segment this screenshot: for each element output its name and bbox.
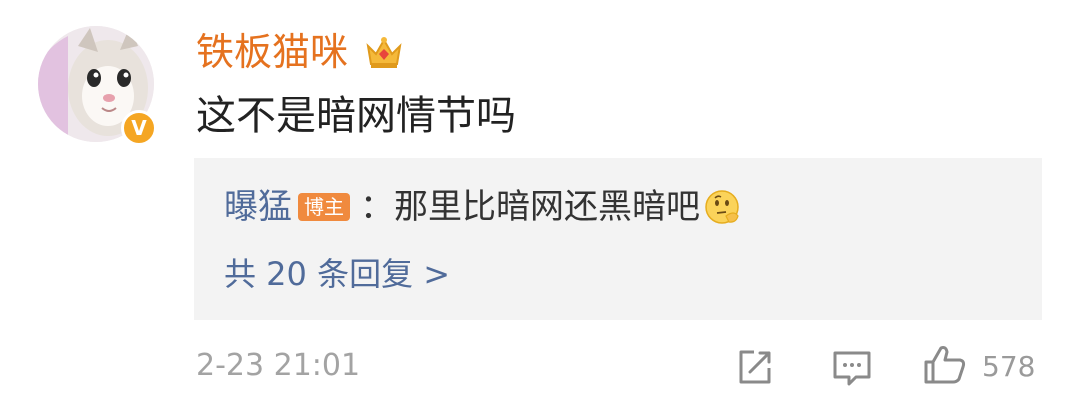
comment-username[interactable]: 铁板猫咪 [196, 30, 348, 74]
like-count: 578 [982, 350, 1036, 383]
author-tag: 博主 [298, 193, 350, 221]
view-more-replies-link[interactable]: 共 20 条回复 > [224, 254, 450, 294]
reply-preview-box[interactable]: 曝猛 博主 ： 那里比暗网还黑暗吧 共 20 条回复 > [194, 158, 1042, 320]
comment-text: 这不是暗网情节吗 [196, 93, 516, 139]
verified-badge: V [121, 110, 157, 146]
reply-separator: ： [360, 187, 394, 227]
reply-username[interactable]: 曝猛 [224, 185, 292, 229]
comment-icon[interactable] [832, 350, 872, 388]
like-icon[interactable] [922, 344, 968, 386]
reply-text: 那里比暗网还黑暗吧 [394, 187, 700, 227]
comment-timestamp: 2-23 21:01 [196, 348, 361, 383]
reply-item: 曝猛 博主 ： 那里比暗网还黑暗吧 [224, 184, 742, 230]
thinking-face-emoji [705, 190, 739, 224]
crown-icon[interactable] [364, 32, 404, 72]
share-icon[interactable] [736, 348, 774, 386]
